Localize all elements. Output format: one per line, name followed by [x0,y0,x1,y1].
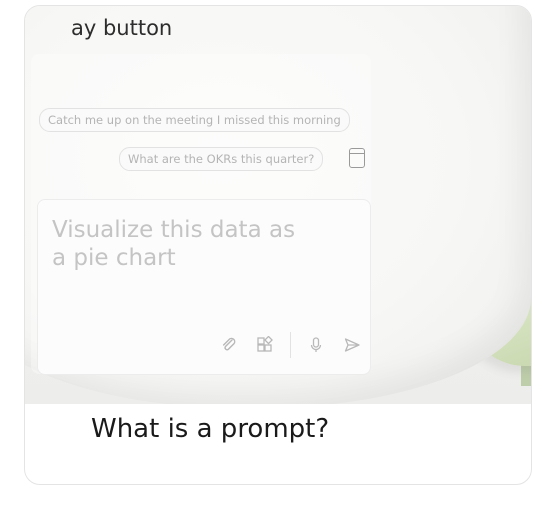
suggestion-chip: What are the OKRs this quarter? [119,147,324,171]
document-icon [349,148,365,168]
grid-icon [254,334,276,356]
suggestion-chip: Catch me up on the meeting I missed this… [39,108,350,132]
prompt-card[interactable]: ay button Catch me up on the meeting I m… [24,5,532,485]
input-toolbar [218,332,363,358]
send-icon [341,334,363,356]
prompt-input-box: Visualize this data as a pie chart [37,199,371,375]
toolbar-divider [290,332,291,358]
card-title[interactable]: What is a prompt? [91,414,329,444]
prompt-input-text: Visualize this data as a pie chart [52,217,296,271]
hero-image: ay button Catch me up on the meeting I m… [25,6,531,404]
paperclip-icon [218,334,240,356]
microphone-icon [305,334,327,356]
hero-heading: ay button [71,16,173,40]
